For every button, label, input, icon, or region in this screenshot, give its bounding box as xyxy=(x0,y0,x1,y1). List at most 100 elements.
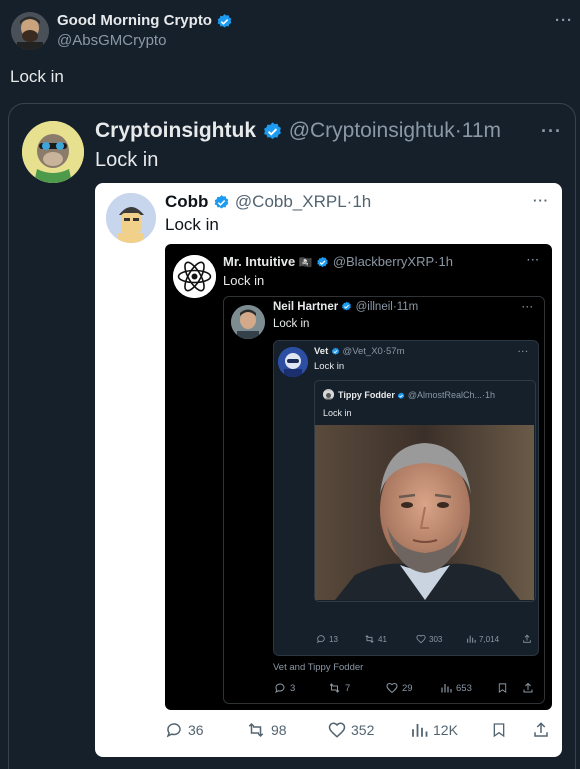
q3-author-name[interactable]: Mr. Intuitive xyxy=(223,254,295,269)
q5-author-row: Vet @Vet_X0·57m xyxy=(314,346,405,357)
q1-handle[interactable]: @Cryptoinsightuk xyxy=(289,119,455,142)
q3-like-button[interactable]: 29 xyxy=(386,682,413,694)
q2-bookmark-button[interactable] xyxy=(491,721,507,739)
q3-repost-button[interactable]: 7 xyxy=(328,682,350,694)
vet-avatar-image xyxy=(278,347,308,377)
verified-icon xyxy=(317,256,328,268)
more-icon[interactable]: ··· xyxy=(555,12,573,29)
like-icon xyxy=(386,682,398,694)
q5-repost-button[interactable]: 41 xyxy=(364,634,387,644)
q5-views-button[interactable]: 7,014 xyxy=(466,634,499,644)
q3-like-count: 29 xyxy=(402,682,413,694)
like-icon xyxy=(416,634,426,644)
q2-time[interactable]: 1h xyxy=(352,192,371,211)
bookmark-icon xyxy=(493,723,505,738)
repost-icon xyxy=(329,683,340,693)
q3-views-count: 653 xyxy=(456,682,472,694)
q5-like-button[interactable]: 303 xyxy=(416,634,442,644)
q3-time[interactable]: 1h xyxy=(439,254,453,269)
tweet-text: Lock in xyxy=(10,67,64,86)
verified-icon xyxy=(342,302,352,311)
q2-views-count: 12K xyxy=(433,722,458,738)
q5-author-name[interactable]: Vet xyxy=(314,346,328,357)
q3-more-icon[interactable]: ··· xyxy=(527,255,540,266)
q5-share-button[interactable] xyxy=(522,634,532,644)
q5-more-icon[interactable]: ··· xyxy=(518,347,529,356)
q1-author-name[interactable]: Cryptoinsightuk xyxy=(95,119,256,142)
q2-handle[interactable]: @Cobb_XRPL xyxy=(235,192,347,211)
author-avatar[interactable] xyxy=(11,12,49,50)
share-icon xyxy=(534,722,548,737)
verified-icon xyxy=(263,122,281,139)
q2-repost-button[interactable]: 98 xyxy=(246,721,287,739)
q5-reply-button[interactable]: 13 xyxy=(316,634,338,644)
q4-handle[interactable]: @illneil xyxy=(356,301,393,313)
q2-author-name[interactable]: Cobb xyxy=(165,192,208,211)
q4-more-icon[interactable]: ··· xyxy=(522,302,534,312)
q6-author-name[interactable]: Tippy Fodder xyxy=(338,390,395,400)
q5-time[interactable]: 57m xyxy=(386,346,404,357)
atom-avatar-image xyxy=(173,255,216,298)
q3-views-button[interactable]: 653 xyxy=(440,682,472,694)
q4-author-name[interactable]: Neil Hartner xyxy=(273,301,338,313)
q4-text: Lock in xyxy=(273,318,310,330)
verified-icon xyxy=(398,392,405,399)
q3-handle[interactable]: @BlackberryXRP xyxy=(333,254,434,269)
q5-avatar[interactable] xyxy=(278,347,308,377)
repost-icon xyxy=(248,722,264,738)
q6-text: Lock in xyxy=(323,408,352,418)
author-row: Good Morning Crypto xyxy=(57,12,233,30)
portrait-photo-image xyxy=(315,425,534,600)
q3-share-button[interactable] xyxy=(522,682,534,694)
q3-reply-button[interactable]: 3 xyxy=(274,682,295,694)
q5-text: Lock in xyxy=(314,361,345,372)
q5-handle[interactable]: @Vet_X0 xyxy=(343,346,383,357)
q4-time[interactable]: 11m xyxy=(397,301,419,313)
verified-icon xyxy=(331,347,340,355)
q6-handle[interactable]: @AlmostRealCh... xyxy=(408,390,482,400)
views-icon xyxy=(441,684,452,693)
share-icon xyxy=(523,682,533,693)
q2-share-button[interactable] xyxy=(532,721,550,739)
verified-icon xyxy=(217,13,232,28)
reply-icon xyxy=(166,723,181,738)
q2-author-row: Cobb @Cobb_XRPL·1h xyxy=(165,192,371,212)
q2-reply-button[interactable]: 36 xyxy=(165,721,204,739)
q6-avatar[interactable] xyxy=(323,389,334,400)
q1-avatar[interactable] xyxy=(22,121,84,183)
views-icon xyxy=(412,724,428,737)
author-name[interactable]: Good Morning Crypto xyxy=(57,12,212,29)
share-icon xyxy=(523,634,531,643)
q5-like-count: 303 xyxy=(429,634,443,644)
neil-avatar-image xyxy=(231,305,265,339)
avatar-image xyxy=(11,12,49,50)
q3-bookmark-button[interactable] xyxy=(497,682,508,694)
q3-repost-count: 7 xyxy=(345,682,351,694)
q2-reply-count: 36 xyxy=(188,722,204,738)
q1-text: Lock in xyxy=(95,149,159,171)
verified-icon xyxy=(214,195,229,209)
q1-dot: · xyxy=(454,119,462,142)
q1-author-row: Cryptoinsightuk @Cryptoinsightuk·11m xyxy=(95,119,501,143)
q3-avatar[interactable] xyxy=(173,255,216,298)
q5-repost-count: 41 xyxy=(378,634,387,644)
cobb-avatar-image xyxy=(106,193,156,243)
q4-author-row: Neil Hartner @illneil·11m xyxy=(273,301,418,313)
q2-avatar[interactable] xyxy=(106,193,156,243)
q6-time[interactable]: 1h xyxy=(485,390,495,400)
q3-reply-count: 3 xyxy=(290,682,296,694)
q2-repost-count: 98 xyxy=(271,722,287,738)
q6-photo[interactable] xyxy=(315,425,534,600)
q1-time[interactable]: 11m xyxy=(462,119,501,142)
q3-footer[interactable]: Vet and Tippy Fodder xyxy=(273,662,363,673)
q4-avatar[interactable] xyxy=(231,305,265,339)
ape-avatar-image xyxy=(22,121,84,183)
q1-more-icon[interactable]: ··· xyxy=(541,121,562,142)
q2-like-button[interactable]: 352 xyxy=(328,721,374,739)
q3-author-row: Mr. Intuitive 🏴‍☠️ @BlackberryXRP·1h xyxy=(223,254,453,269)
author-handle[interactable]: @AbsGMCrypto xyxy=(57,32,166,49)
q2-more-icon[interactable]: ··· xyxy=(533,193,549,208)
like-icon xyxy=(328,722,346,738)
q2-views-button[interactable]: 12K xyxy=(410,721,458,739)
q6-author-row: Tippy Fodder @AlmostRealCh...·1h xyxy=(338,390,495,400)
